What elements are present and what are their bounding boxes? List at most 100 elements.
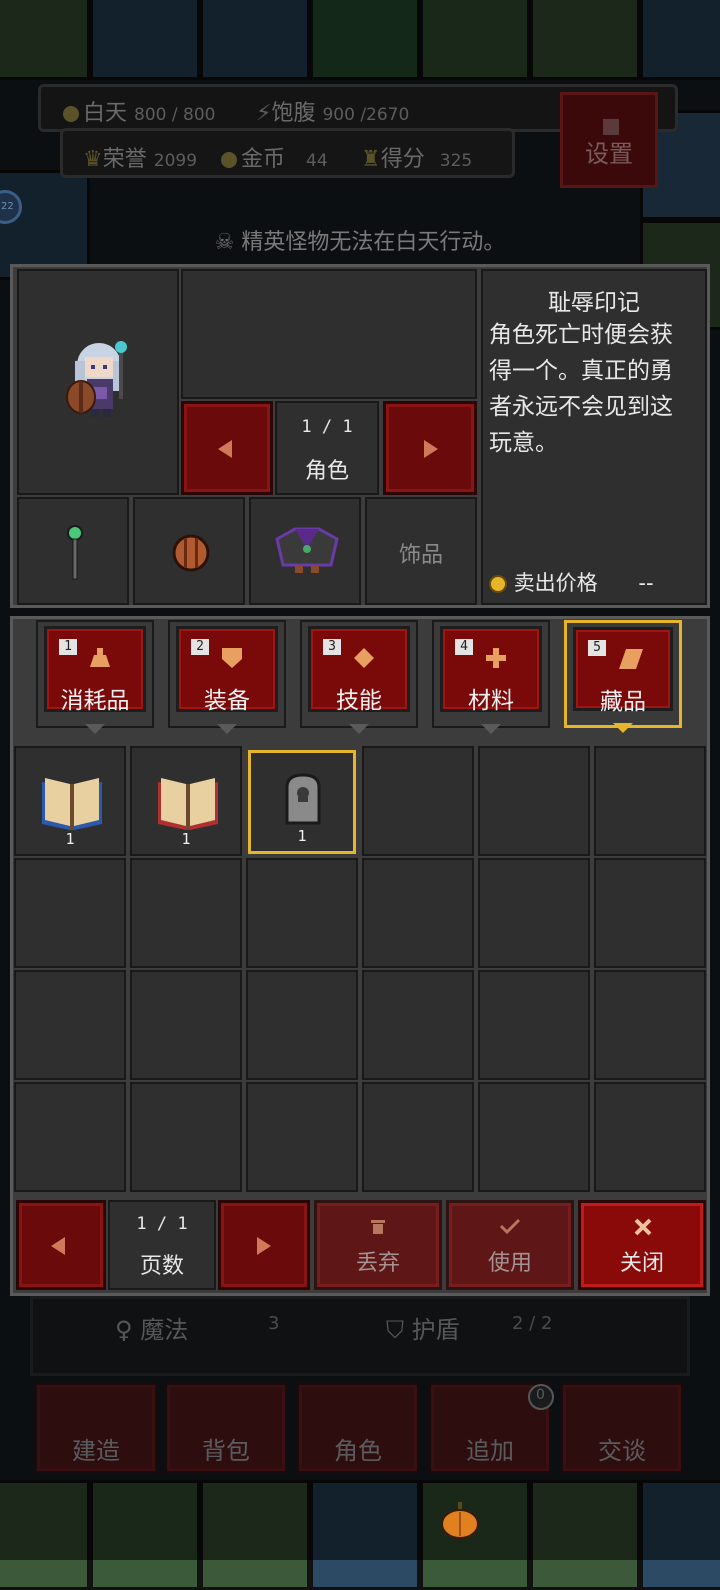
inventory-slot[interactable] [478,970,590,1080]
tab-label: 技能 [336,688,382,714]
tombstone-icon [285,773,321,825]
nav-backpack[interactable]: 背包 [164,1382,288,1474]
settings-button[interactable]: 设置 [560,92,658,188]
inventory-slot[interactable] [362,746,474,856]
sell-label: 卖出价格 [513,571,598,595]
inventory-slot[interactable] [130,858,242,968]
arrow-right-icon [424,440,438,458]
wrench-icon [603,119,619,135]
item-description: 角色死亡时便会获 得一个。真正的勇 者永远不会见到这 玩意。 [489,322,673,456]
item-name: 耻辱印记 [548,290,640,316]
character-next-button[interactable] [383,401,477,495]
coin-icon [221,152,237,168]
nav-badge: 0 [528,1384,554,1410]
inventory-slot[interactable]: 1 [14,746,126,856]
character-portrait [66,341,127,417]
sun-icon [63,106,79,122]
inventory-slot[interactable] [246,970,358,1080]
shield-stat-icon: ⛉ [386,1316,404,1344]
inventory-pager: 1 / 1 页数 [108,1200,216,1290]
discard-label: 丢弃 [355,1251,400,1276]
inventory-slot[interactable] [246,1082,358,1192]
nav-build[interactable]: 建造 [34,1382,158,1474]
inventory-slot[interactable] [246,858,358,968]
tab-collectibles[interactable]: 5 藏品 [564,620,682,733]
tab-equipment[interactable]: 2 装备 [168,620,286,734]
gold-value: 44 [306,151,328,171]
arrow-left-icon [51,1237,65,1255]
trophy-icon: ♜ [361,147,381,172]
page-label: 页数 [139,1254,184,1279]
equip-slot-weapon[interactable] [17,497,129,605]
staff-icon [67,525,83,580]
satiety-indicator: ⚡饱腹 900 /2670 [256,101,410,126]
tab-materials[interactable]: 4 材料 [432,620,550,734]
inventory-slot[interactable] [594,970,706,1080]
nav-talk[interactable]: 交谈 [560,1382,684,1474]
nav-character[interactable]: 角色 [296,1382,420,1474]
use-button[interactable]: 使用 [446,1200,574,1290]
day-indicator: 白天 800 / 800 [63,95,215,127]
sell-value: -- [638,571,654,595]
settings-label: 设置 [585,140,633,168]
inventory-slot[interactable]: 1 [130,746,242,856]
gold-indicator: 金币 44 [221,141,328,173]
score-value: 325 [439,151,473,171]
crown-icon: ♛ [83,147,103,172]
item-quantity: 1 [65,830,75,848]
inventory-slot[interactable] [478,746,590,856]
inventory-slot[interactable] [478,1082,590,1192]
tab-label: 藏品 [600,689,646,715]
inventory-slot[interactable] [362,858,474,968]
inventory-slot[interactable] [14,858,126,968]
equip-slot-offhand[interactable] [133,497,245,605]
diamond-icon [354,648,374,668]
inventory-slot-selected[interactable]: 1 [248,750,356,854]
inventory-slot[interactable] [362,1082,474,1192]
tab-consumables[interactable]: 1 消耗品 [36,620,154,734]
use-label: 使用 [487,1251,532,1276]
magic-stat: ♀ 魔法 [115,1316,189,1344]
character-info-slot [181,269,477,399]
chevron-down-icon [85,724,105,734]
inventory-slot[interactable] [594,746,706,856]
chevron-down-icon [349,724,369,734]
inventory-slot[interactable] [130,1082,242,1192]
honor-indicator: ♛荣誉 2099 [83,147,198,172]
chevron-down-icon [613,723,633,733]
inventory-slot[interactable] [14,1082,126,1192]
page-prev-button[interactable] [16,1200,106,1290]
wooden-shield-icon [172,534,210,572]
equip-slot-armor[interactable] [249,497,361,605]
chevron-down-icon [481,724,501,734]
character-panel: 1 / 1 角色 饰品 耻辱印记 角色死亡时便会获 得一个。真正的勇 者永远不会… [10,264,710,608]
inventory-slot[interactable] [362,970,474,1080]
sell-price: 卖出价格 -- [489,567,654,597]
tab-label: 消耗品 [60,688,130,714]
inventory-slot[interactable] [130,970,242,1080]
red-book-icon [158,778,218,830]
close-icon [634,1218,652,1236]
inventory-slot[interactable] [594,858,706,968]
gold-coin-icon [489,575,507,593]
character-prev-button[interactable] [181,401,273,495]
item-detail-panel: 耻辱印记 角色死亡时便会获 得一个。真正的勇 者永远不会见到这 玩意。 卖出价格… [481,269,707,605]
arrow-right-icon [257,1237,271,1255]
discard-button[interactable]: 丢弃 [314,1200,442,1290]
equip-slot-accessory[interactable]: 饰品 [365,497,477,605]
resource-bar: ♛荣誉 2099 金币 44 ♜得分 325 [60,128,515,178]
item-quantity: 1 [297,827,307,845]
potion-icon [90,648,110,667]
notice-text: ☠ 精英怪物无法在白天行动。 [214,230,506,255]
inventory-slot[interactable] [478,858,590,968]
inventory-slot[interactable] [594,1082,706,1192]
satiety-value: 900 /2670 [322,105,410,125]
tab-label: 材料 [468,688,514,714]
close-button[interactable]: 关闭 [578,1200,706,1290]
page-next-button[interactable] [218,1200,310,1290]
tab-skills[interactable]: 3 技能 [300,620,418,734]
inventory-slot[interactable] [14,970,126,1080]
item-quantity: 1 [181,830,191,848]
plus-icon [486,648,506,668]
checkmark-icon [499,1218,521,1235]
